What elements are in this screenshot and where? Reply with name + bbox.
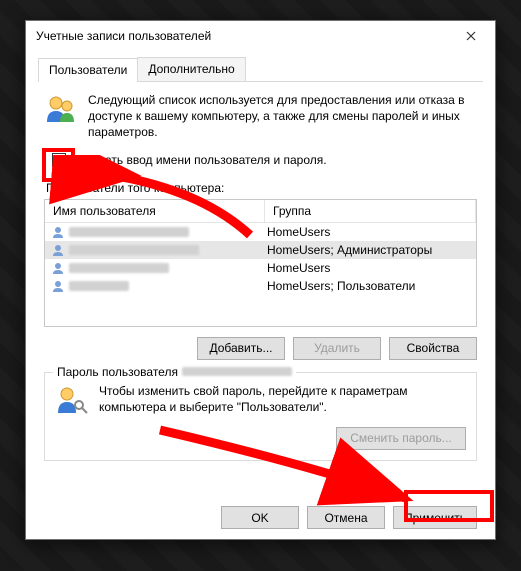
- table-row[interactable]: HomeUsers; Пользователи: [45, 277, 476, 295]
- window-title: Учетные записи пользователей: [36, 29, 451, 43]
- change-password-button: Сменить пароль...: [336, 427, 466, 450]
- table-row[interactable]: HomeUsers; Администраторы: [45, 241, 476, 259]
- close-icon: [466, 31, 476, 41]
- tab-advanced[interactable]: Дополнительно: [137, 57, 245, 81]
- user-icon: [51, 243, 65, 257]
- password-group: Пароль пользователя Чтобы изменить свой …: [44, 372, 477, 461]
- titlebar: Учетные записи пользователей: [26, 21, 495, 51]
- user-icon: [51, 279, 65, 293]
- password-group-title: Пароль пользователя: [57, 365, 178, 379]
- remove-user-button: Удалить: [293, 337, 381, 360]
- group-cell: HomeUsers: [265, 225, 476, 239]
- col-header-name[interactable]: Имя пользователя: [45, 200, 265, 222]
- apply-button[interactable]: Применить: [393, 506, 477, 529]
- intro-text: Следующий список используется для предос…: [88, 92, 477, 141]
- close-button[interactable]: [451, 22, 491, 50]
- col-header-group[interactable]: Группа: [265, 200, 476, 222]
- user-icon: [51, 261, 65, 275]
- users-list-label: Пользователи того компьютера:: [46, 181, 477, 195]
- group-cell: HomeUsers: [265, 261, 476, 275]
- ok-button[interactable]: OK: [221, 506, 299, 529]
- users-table[interactable]: Имя пользователя Группа HomeUsers HomeUs…: [44, 199, 477, 327]
- user-icon: [51, 225, 65, 239]
- password-help-text: Чтобы изменить свой пароль, перейдите к …: [99, 383, 466, 415]
- group-cell: HomeUsers; Администраторы: [265, 243, 476, 257]
- cancel-button[interactable]: Отмена: [307, 506, 385, 529]
- add-user-button[interactable]: Добавить...: [197, 337, 285, 360]
- group-cell: HomeUsers; Пользователи: [265, 279, 476, 293]
- user-properties-button[interactable]: Свойства: [389, 337, 477, 360]
- check-icon: [54, 155, 64, 165]
- users-icon: [44, 92, 78, 126]
- table-row[interactable]: HomeUsers: [45, 223, 476, 241]
- tabstrip: Пользователи Дополнительно: [38, 57, 483, 82]
- tab-users[interactable]: Пользователи: [38, 58, 138, 82]
- require-login-checkbox[interactable]: [52, 153, 66, 167]
- require-login-label: ребовать ввод имени пользователя и парол…: [72, 153, 327, 167]
- keys-icon: [55, 383, 89, 417]
- table-row[interactable]: HomeUsers: [45, 259, 476, 277]
- user-accounts-dialog: Учетные записи пользователей Пользовател…: [25, 20, 496, 540]
